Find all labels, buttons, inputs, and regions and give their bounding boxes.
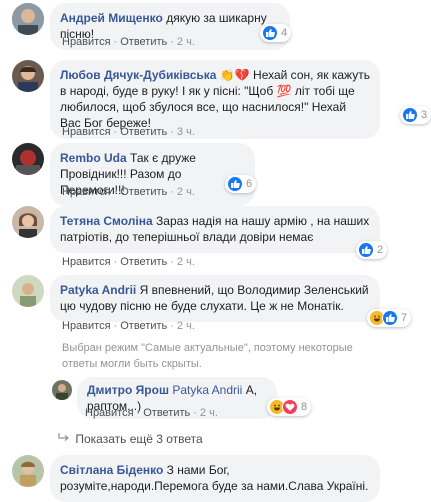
comment-actions: Нравится · Ответить · 2 ч. [62,36,195,48]
avatar[interactable] [12,275,44,307]
reply-mention[interactable]: Patyka Andrii [172,383,242,397]
like-link[interactable]: Нравится [62,320,111,332]
comment-author[interactable]: Rembo Uda [60,151,127,165]
like-icon [402,107,418,123]
comment-bubble: Тетяна Смоліна Зараз надія на нашу армію… [50,206,380,253]
show-more-label[interactable]: Показать ещё 3 ответа [75,432,202,446]
like-link[interactable]: Нравится [85,407,134,419]
comment-author[interactable]: Андрей Мищенко [60,11,163,25]
like-icon [358,242,374,258]
comment-actions: Нравится · Ответить · 2 ч. [62,256,195,268]
comment-bubble: Patyka Andrii Я впевнений, що Володимир … [50,275,380,322]
reaction-count: 3 [421,109,428,121]
reply-arrow-icon [58,432,72,446]
comment-author[interactable]: Patyka Andrii [60,283,136,297]
comment-actions: Нравится · Ответить · 2 ч. [62,320,195,332]
like-link[interactable]: Нравится [62,36,111,48]
reply-link[interactable]: Ответить [143,407,190,419]
reaction-count: 8 [301,401,308,413]
reply-link[interactable]: Ответить [120,36,167,48]
timestamp[interactable]: 2 ч. [177,256,195,268]
comment-bubble: Світлана Біденко З нами Бог, розуміте,на… [50,455,380,502]
reply-link[interactable]: Ответить [120,186,167,198]
like-icon [227,176,243,192]
reaction-count: 6 [246,178,253,190]
like-link[interactable]: Нравится [62,126,111,138]
timestamp[interactable]: 2 ч. [177,320,195,332]
show-more-replies[interactable]: Показать ещё 3 ответа [58,432,203,446]
reply-link[interactable]: Ответить [120,320,167,332]
like-link[interactable]: Нравится [62,256,111,268]
avatar[interactable] [12,206,44,238]
reply-link[interactable]: Ответить [120,256,167,268]
filter-note: Выбран режим "Самые актуальные", поэтому… [62,342,353,370]
timestamp[interactable]: 3 ч. [177,126,195,138]
reply-actions: Нравится · Ответить · 2 ч. [85,407,218,419]
comment-author[interactable]: Тетяна Смоліна [60,214,153,228]
reaction-count: 2 [377,244,384,256]
avatar[interactable] [12,3,44,35]
comment-author[interactable]: Любов Дячук-Дубиківська [60,68,216,82]
comment-author[interactable]: Світлана Біденко [60,463,163,477]
avatar[interactable] [12,455,44,487]
reaction-summary[interactable]: 7 [367,309,412,327]
like-link[interactable]: Нравится [62,186,111,198]
like-icon [382,310,398,326]
reply-author[interactable]: Дмитро Ярош [87,383,169,397]
reply-link[interactable]: Ответить [120,126,167,138]
reaction-count: 4 [281,27,288,39]
reaction-summary[interactable]: 3 [400,106,431,124]
comment-actions: Нравится · Ответить · 3 ч. [62,126,195,138]
comment-actions: Нравится · Ответить · 2 ч. [62,186,195,198]
avatar[interactable] [12,143,44,175]
reaction-summary[interactable]: 8 [267,398,312,416]
timestamp[interactable]: 2 ч. [177,186,195,198]
like-icon [262,25,278,41]
timestamp[interactable]: 2 ч. [177,36,195,48]
love-icon [282,399,298,415]
timestamp[interactable]: 2 ч. [200,407,218,419]
reaction-summary[interactable]: 2 [356,241,388,259]
avatar[interactable] [12,60,44,92]
reaction-count: 7 [401,312,408,324]
avatar[interactable] [52,380,72,400]
reaction-summary[interactable]: 6 [225,175,257,193]
reaction-summary[interactable]: 4 [260,24,292,42]
